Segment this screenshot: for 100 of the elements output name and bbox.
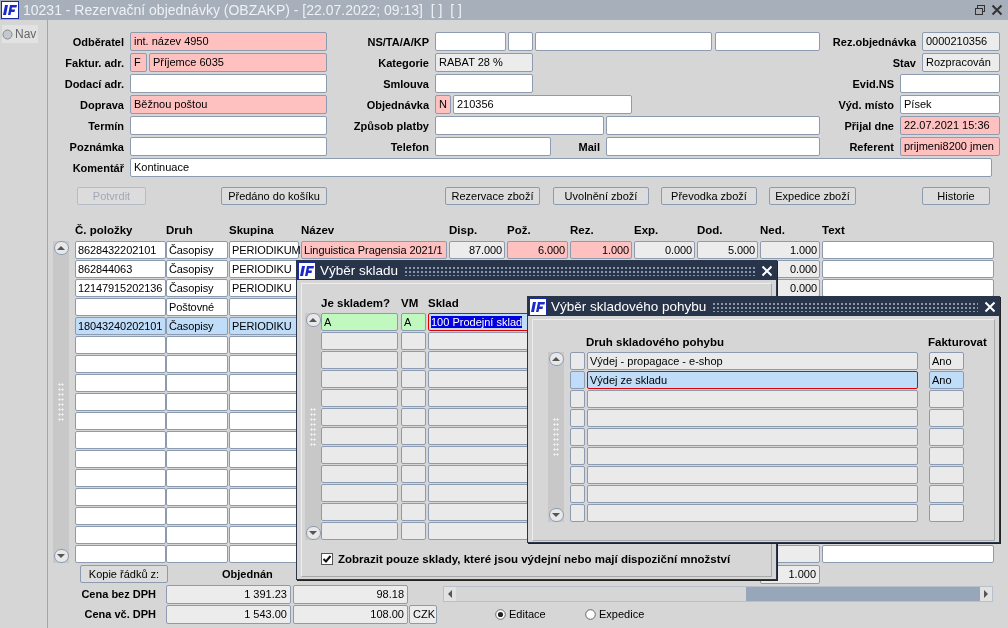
table-cell[interactable]: 1.000 (570, 241, 632, 259)
text-field[interactable] (435, 74, 533, 93)
text-field[interactable]: Běžnou poštou (130, 95, 327, 114)
table-cell[interactable] (75, 507, 166, 525)
table-cell[interactable] (401, 446, 426, 464)
text-field[interactable] (435, 137, 551, 156)
table-cell[interactable] (229, 393, 299, 411)
table-cell[interactable] (75, 412, 166, 430)
table-cell[interactable] (929, 466, 964, 484)
table-cell[interactable] (401, 332, 426, 350)
table-cell[interactable] (321, 427, 398, 445)
action-button[interactable]: Uvolnění zboží (553, 187, 649, 205)
text-field[interactable]: N (435, 95, 451, 114)
table-cell[interactable] (75, 355, 166, 373)
text-field[interactable] (435, 32, 506, 51)
action-button[interactable]: Předáno do košíku (221, 187, 327, 205)
table-cell[interactable]: PERIODIKU (229, 317, 299, 335)
text-field[interactable] (130, 74, 327, 93)
table-cell[interactable] (401, 408, 426, 426)
table-cell[interactable] (570, 466, 585, 484)
table-cell[interactable] (587, 504, 918, 522)
text-field[interactable]: 22.07.2021 15:36 (900, 116, 1000, 135)
scrollbar[interactable] (548, 352, 564, 522)
table-cell[interactable] (822, 545, 994, 563)
table-cell[interactable] (401, 484, 426, 502)
text-field[interactable] (130, 116, 327, 135)
table-cell[interactable] (570, 371, 585, 389)
table-cell[interactable] (570, 409, 585, 427)
table-cell[interactable] (570, 447, 585, 465)
table-cell[interactable] (401, 465, 426, 483)
table-cell[interactable] (75, 374, 166, 392)
table-cell[interactable] (321, 351, 398, 369)
table-cell[interactable]: PERIODIKU (229, 279, 299, 297)
table-cell[interactable] (401, 427, 426, 445)
table-cell[interactable] (570, 485, 585, 503)
text-field[interactable]: 210356 (453, 95, 632, 114)
table-cell[interactable]: 8628432202101 (75, 241, 166, 259)
scroll-up-button[interactable] (53, 241, 69, 255)
table-cell[interactable] (321, 332, 398, 350)
table-cell[interactable] (75, 488, 166, 506)
table-cell[interactable] (229, 488, 299, 506)
table-cell[interactable]: 862844063 (75, 260, 166, 278)
text-field[interactable] (606, 116, 820, 135)
table-cell[interactable] (75, 469, 166, 487)
text-field[interactable]: Písek (900, 95, 1000, 114)
table-cell[interactable] (929, 485, 964, 503)
table-cell[interactable]: A (321, 313, 398, 331)
table-cell[interactable]: PERIODIKUM (229, 241, 299, 259)
table-cell[interactable]: 1.000 (760, 241, 820, 259)
table-cell[interactable]: Ano (929, 371, 964, 389)
table-cell[interactable] (75, 336, 166, 354)
action-button[interactable]: Převodka zboží (661, 187, 757, 205)
table-cell[interactable]: Časopisy (166, 260, 228, 278)
table-cell[interactable] (822, 241, 994, 259)
table-cell[interactable] (229, 526, 299, 544)
table-cell[interactable] (587, 447, 918, 465)
copy-rows-button[interactable]: Kopie řádků z: (80, 565, 168, 583)
text-field[interactable] (715, 32, 820, 51)
table-cell[interactable] (166, 507, 228, 525)
table-cell[interactable] (229, 412, 299, 430)
table-cell[interactable] (587, 390, 918, 408)
text-field[interactable]: F (130, 53, 147, 72)
scroll-down-button[interactable] (305, 526, 321, 540)
scrollbar[interactable] (53, 241, 69, 563)
table-cell[interactable] (321, 446, 398, 464)
table-cell[interactable] (570, 428, 585, 446)
table-cell[interactable]: Poštovné (166, 298, 228, 316)
table-cell[interactable]: 6.000 (507, 241, 568, 259)
radio-button[interactable]: Editace (495, 608, 546, 620)
action-button[interactable]: Expedice zboží (769, 187, 856, 205)
table-cell[interactable] (401, 522, 426, 540)
text-field[interactable] (508, 32, 533, 51)
table-cell[interactable] (166, 393, 228, 411)
table-cell[interactable] (570, 390, 585, 408)
table-cell[interactable] (570, 352, 585, 370)
table-cell[interactable] (929, 428, 964, 446)
table-cell[interactable] (401, 370, 426, 388)
text-field[interactable] (435, 116, 604, 135)
table-cell[interactable] (229, 507, 299, 525)
table-cell[interactable] (822, 279, 994, 297)
scrollbar[interactable] (443, 586, 993, 602)
close-icon[interactable] (990, 3, 1004, 17)
table-cell[interactable] (166, 336, 228, 354)
table-cell[interactable]: Časopisy (166, 317, 228, 335)
table-cell[interactable]: 12147915202136 (75, 279, 166, 297)
table-cell[interactable] (321, 408, 398, 426)
table-cell[interactable] (401, 503, 426, 521)
table-cell[interactable] (75, 545, 166, 563)
table-cell[interactable] (166, 412, 228, 430)
table-cell[interactable]: Výdej - propagace - e-shop (587, 352, 918, 370)
table-cell[interactable] (229, 374, 299, 392)
scrollbar[interactable] (305, 313, 321, 540)
table-cell[interactable] (229, 450, 299, 468)
table-cell[interactable] (321, 503, 398, 521)
table-cell[interactable] (75, 298, 166, 316)
table-cell[interactable] (929, 504, 964, 522)
table-cell[interactable]: 18043240202101 (75, 317, 166, 335)
radio-button[interactable]: Expedice (585, 608, 645, 620)
checkbox[interactable]: Zobrazit pouze sklady, které jsou výdejní nebo mají dispoziční množství (321, 553, 731, 565)
table-cell[interactable] (587, 485, 918, 503)
